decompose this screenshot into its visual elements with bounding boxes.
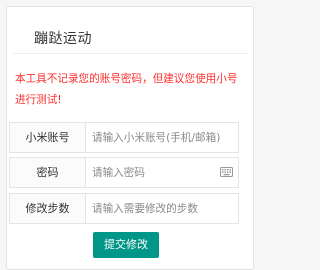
steps-input[interactable] — [86, 194, 240, 223]
page-title: 蹦跶运动 — [34, 31, 92, 47]
steps-label: 修改步数 — [10, 194, 86, 223]
account-label: 小米账号 — [10, 123, 86, 152]
title-divider — [13, 53, 247, 54]
warning-message: 本工具不记录您的账号密码，但建议您使用小号进行测试! — [15, 73, 238, 106]
account-row: 小米账号 — [9, 122, 240, 153]
password-label: 密码 — [10, 158, 86, 187]
keyboard-icon[interactable] — [220, 167, 233, 177]
steps-row: 修改步数 — [9, 193, 240, 224]
submit-button[interactable]: 提交修改 — [93, 232, 159, 258]
password-input[interactable] — [86, 158, 216, 187]
account-input[interactable] — [86, 123, 240, 152]
password-row: 密码 — [9, 157, 239, 188]
